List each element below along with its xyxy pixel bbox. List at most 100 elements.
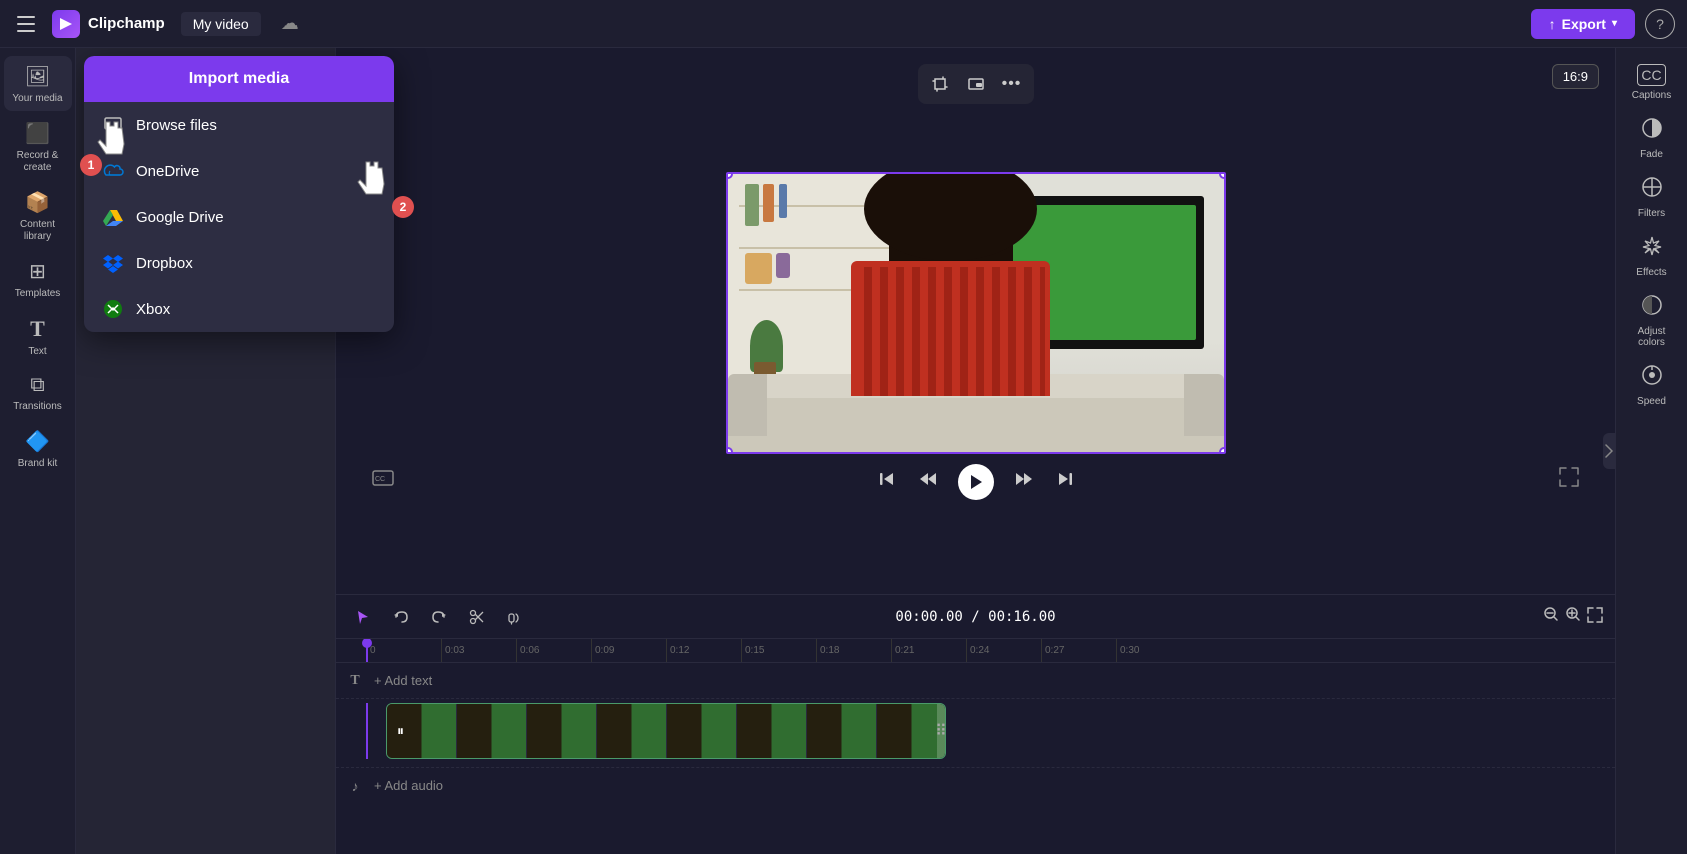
text-icon: T (30, 316, 45, 342)
adjust-colors-label: Adjust colors (1624, 326, 1680, 348)
zoom-out-button[interactable] (1543, 606, 1559, 627)
video-scene (728, 174, 1224, 452)
onedrive-icon (102, 160, 124, 182)
menu-button[interactable] (12, 10, 40, 38)
video-canvas[interactable] (726, 172, 1226, 454)
sidebar-item-text[interactable]: T Text (4, 308, 72, 364)
export-label: Export (1562, 16, 1606, 32)
pip-button[interactable] (960, 68, 992, 100)
xbox-icon (102, 298, 124, 320)
onedrive-label: OneDrive (136, 163, 199, 180)
collapse-right-button[interactable] (1603, 433, 1615, 469)
handle-bottom-right[interactable] (1219, 447, 1226, 454)
sidebar-item-your-media[interactable]: 🖼 Your media (4, 56, 72, 111)
right-sidebar-item-speed[interactable]: Speed (1620, 356, 1684, 413)
sidebar-item-transitions[interactable]: ⧉ Transitions (4, 366, 72, 419)
ruler-mark-3: 0:09 (591, 639, 666, 662)
dropbox-icon (102, 252, 124, 274)
select-tool-button[interactable] (348, 602, 378, 632)
fit-to-window-button[interactable] (1587, 607, 1603, 626)
right-sidebar-item-fade[interactable]: Fade (1620, 109, 1684, 166)
cursor-badge-1: 1 (80, 154, 102, 176)
fade-label: Fade (1640, 149, 1663, 160)
main-layout: 🖼 Your media ⬛ Record & create 📦 Content… (0, 48, 1687, 854)
ruler-mark-5: 0:15 (741, 639, 816, 662)
filters-label: Filters (1638, 208, 1665, 219)
logo-area: Clipchamp (52, 10, 165, 38)
your-media-icon: 🖼 (25, 64, 50, 89)
xbox-label: Xbox (136, 301, 170, 318)
video-track-content[interactable]: ⠿ ⏸ (386, 703, 946, 759)
help-button[interactable]: ? (1645, 9, 1675, 39)
zoom-in-button[interactable] (1565, 606, 1581, 627)
app-name: Clipchamp (88, 15, 165, 32)
fullscreen-button[interactable] (1559, 467, 1579, 492)
crop-button[interactable] (924, 68, 956, 100)
skip-to-end-button[interactable] (1056, 470, 1074, 494)
preview-toolbar: ••• (918, 64, 1034, 104)
export-icon: ↑ (1549, 16, 1556, 32)
computer-icon (102, 114, 124, 136)
audio-detach-button[interactable] (500, 602, 530, 632)
onedrive-item[interactable]: OneDrive (84, 148, 394, 194)
captions-label: Captions (1632, 90, 1671, 101)
topbar: Clipchamp My video ☁ ↑ Export ▾ ? (0, 0, 1687, 48)
playback-controls: CC (352, 454, 1599, 510)
zoom-controls (1543, 606, 1603, 627)
fast-forward-button[interactable] (1014, 470, 1036, 494)
sidebar-item-text-label: Text (28, 346, 46, 358)
right-sidebar-item-captions[interactable]: CC Captions (1620, 56, 1684, 107)
timeline-ruler: 0 0:03 0:06 0:09 0:12 0:15 0:18 0:21 0:2… (336, 639, 1615, 663)
rewind-button[interactable] (916, 470, 938, 494)
sidebar-item-content-library-label: Content library (8, 219, 68, 243)
center-area: ••• 16:9 (336, 48, 1615, 854)
ruler-mark-9: 0:27 (1041, 639, 1116, 662)
import-media-button[interactable]: Import media (84, 56, 394, 102)
track-pause-icon: ⏸ (397, 723, 404, 740)
sidebar-item-templates[interactable]: ⊞ Templates (4, 251, 72, 306)
aspect-ratio-button[interactable]: 16:9 (1552, 64, 1599, 89)
handle-bottom-left[interactable] (726, 447, 733, 454)
right-sidebar-item-adjust-colors[interactable]: Adjust colors (1620, 286, 1684, 354)
redo-button[interactable] (424, 602, 454, 632)
timeline-playhead[interactable] (366, 639, 368, 662)
filters-icon (1641, 176, 1663, 204)
skip-to-start-button[interactable] (878, 470, 896, 494)
video-preview (728, 174, 1224, 452)
sidebar-item-record-create[interactable]: ⬛ Record & create (4, 113, 72, 180)
effects-label: Effects (1636, 267, 1666, 278)
transitions-icon: ⧉ (30, 374, 44, 397)
speed-icon (1641, 364, 1663, 392)
add-audio-button[interactable]: + Add audio (366, 774, 451, 797)
ruler-mark-4: 0:12 (666, 639, 741, 662)
right-sidebar-item-effects[interactable]: Effects (1620, 227, 1684, 284)
undo-button[interactable] (386, 602, 416, 632)
ruler-marks: 0 0:03 0:06 0:09 0:12 0:15 0:18 0:21 0:2… (366, 639, 1191, 662)
ruler-mark-0: 0 (366, 639, 441, 662)
left-sidebar: 🖼 Your media ⬛ Record & create 📦 Content… (0, 48, 76, 854)
sidebar-item-content-library[interactable]: 📦 Content library (4, 182, 72, 249)
fade-icon (1641, 117, 1663, 145)
cut-button[interactable] (462, 602, 492, 632)
dropbox-item[interactable]: Dropbox (84, 240, 394, 286)
project-name[interactable]: My video (181, 12, 261, 36)
right-sidebar-item-filters[interactable]: Filters (1620, 168, 1684, 225)
add-text-button[interactable]: + Add text (366, 669, 440, 692)
content-library-icon: 📦 (25, 190, 50, 215)
captions-icon: CC (1637, 64, 1665, 86)
more-options-button[interactable]: ••• (996, 68, 1028, 100)
play-pause-button[interactable] (958, 464, 994, 500)
captions-toggle[interactable]: CC (372, 469, 394, 492)
google-drive-item[interactable]: Google Drive (84, 194, 394, 240)
xbox-item[interactable]: Xbox (84, 286, 394, 332)
ruler-mark-1: 0:03 (441, 639, 516, 662)
video-track-handle-right[interactable]: ⠿ (937, 704, 945, 758)
browse-files-item[interactable]: Browse files (84, 102, 394, 148)
export-button[interactable]: ↑ Export ▾ (1531, 9, 1635, 39)
sync-icon: ☁ (281, 13, 299, 34)
playhead-line-video (366, 703, 368, 759)
sidebar-item-brand-kit[interactable]: 🔷 Brand kit (4, 421, 72, 476)
import-panel: Import media Browse files OneDrive Googl… (76, 48, 336, 854)
ruler-mark-6: 0:18 (816, 639, 891, 662)
cursor-badge-2: 2 (392, 196, 414, 218)
